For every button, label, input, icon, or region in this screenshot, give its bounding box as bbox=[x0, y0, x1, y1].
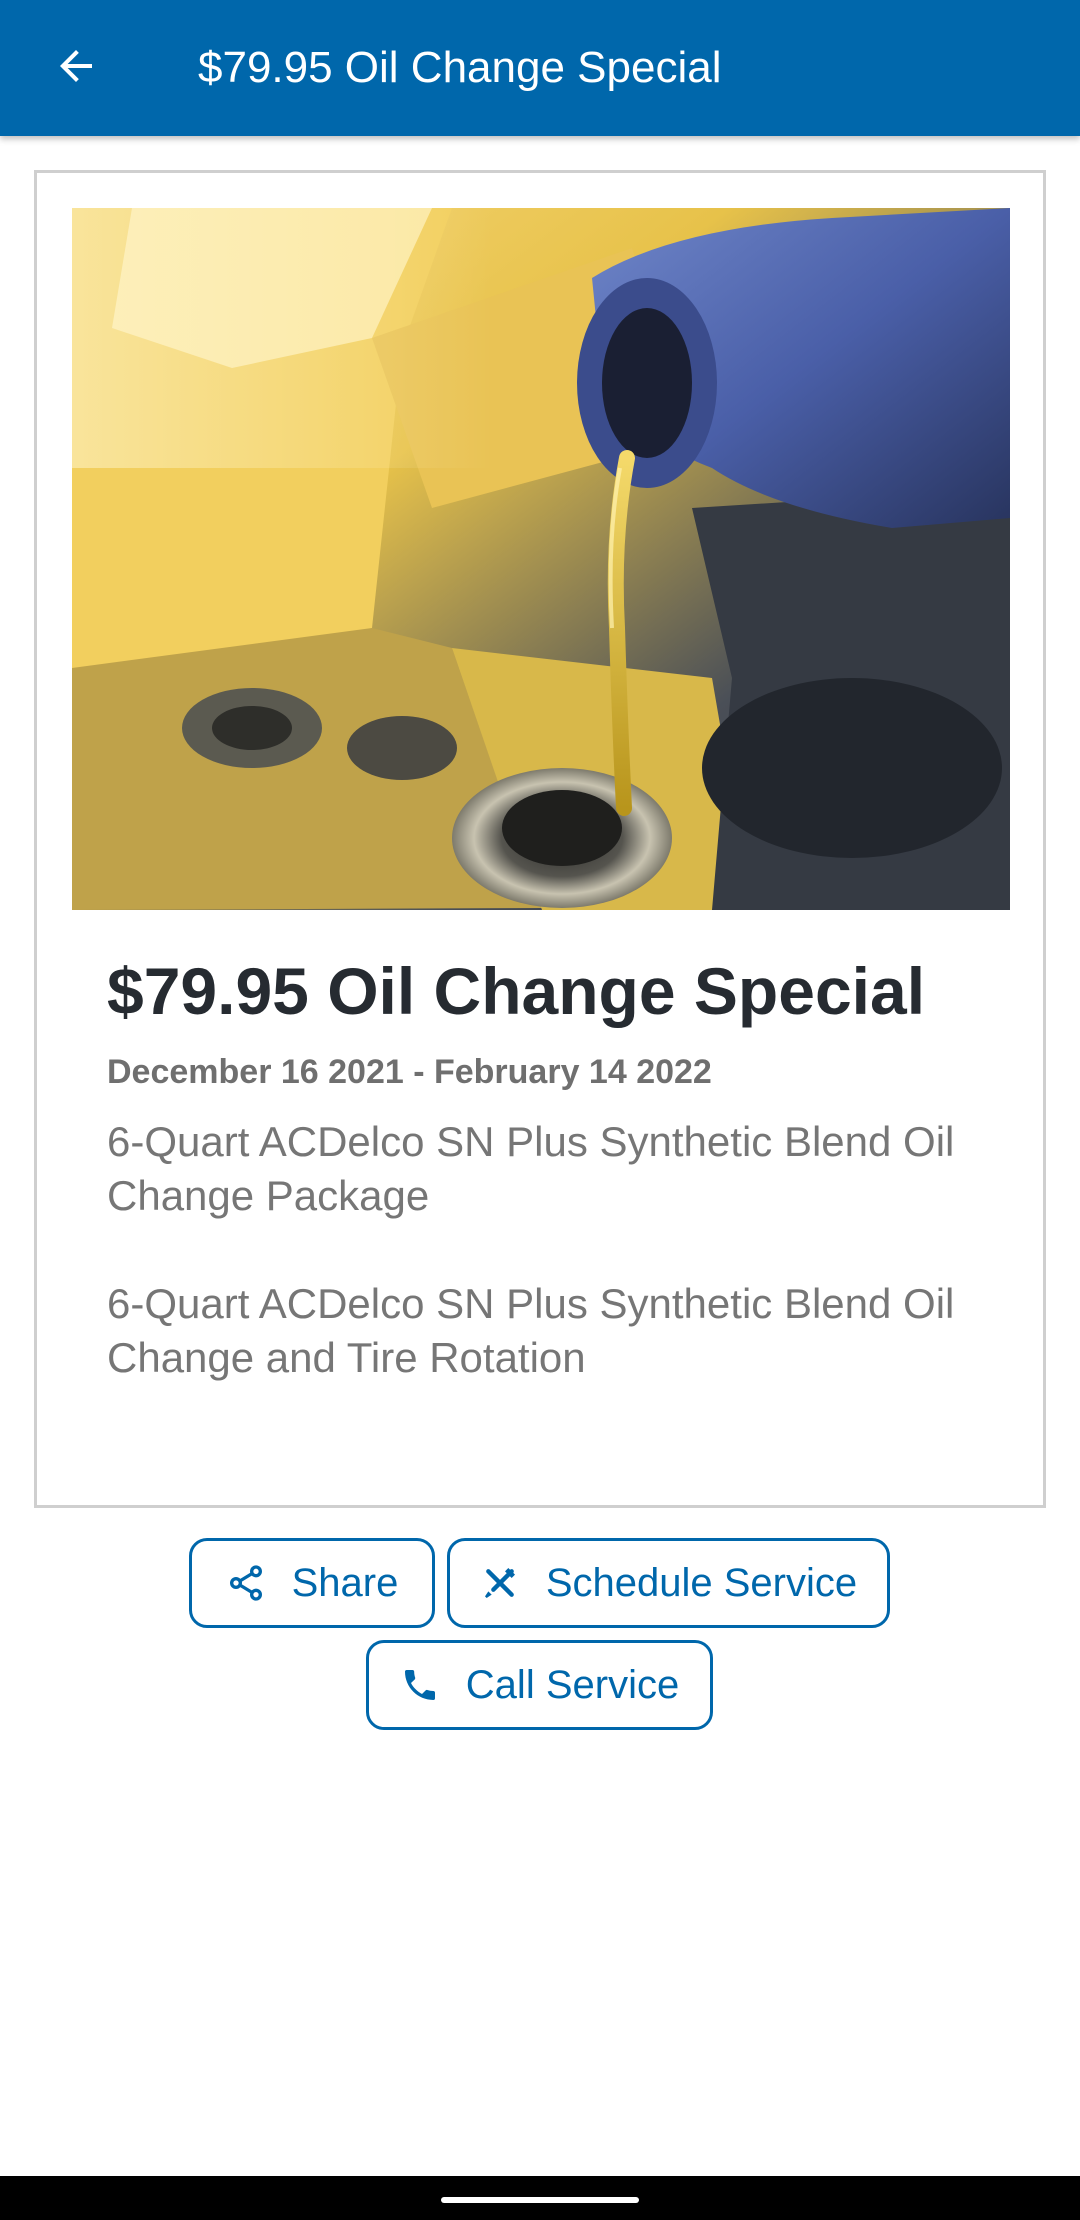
page-title: $79.95 Oil Change Special bbox=[198, 43, 722, 92]
promo-title: $79.95 Oil Change Special bbox=[107, 954, 926, 1028]
promo-dates: December 16 2021 - February 14 2022 bbox=[107, 1053, 712, 1091]
promo-description: 6-Quart ACDelco SN Plus Synthetic Blend … bbox=[107, 1115, 1007, 1439]
promo-description-line: 6-Quart ACDelco SN Plus Synthetic Blend … bbox=[107, 1280, 955, 1381]
call-service-label: Call Service bbox=[465, 1662, 680, 1707]
back-button[interactable] bbox=[36, 28, 116, 108]
tools-icon bbox=[480, 1563, 520, 1603]
arrow-back-icon bbox=[52, 42, 100, 95]
share-button[interactable]: Share bbox=[189, 1538, 435, 1628]
promo-card: $79.95 Oil Change Special December 16 20… bbox=[34, 170, 1046, 1508]
promo-image bbox=[72, 208, 1010, 910]
schedule-service-button[interactable]: Schedule Service bbox=[447, 1538, 890, 1628]
app-bar: $79.95 Oil Change Special bbox=[0, 0, 1080, 136]
phone-icon bbox=[400, 1665, 440, 1705]
schedule-service-label: Schedule Service bbox=[545, 1560, 858, 1605]
share-label: Share bbox=[291, 1560, 399, 1605]
share-icon bbox=[226, 1563, 266, 1603]
home-indicator[interactable] bbox=[441, 2197, 639, 2203]
promo-description-line: 6-Quart ACDelco SN Plus Synthetic Blend … bbox=[107, 1118, 955, 1219]
call-service-button[interactable]: Call Service bbox=[366, 1640, 713, 1730]
